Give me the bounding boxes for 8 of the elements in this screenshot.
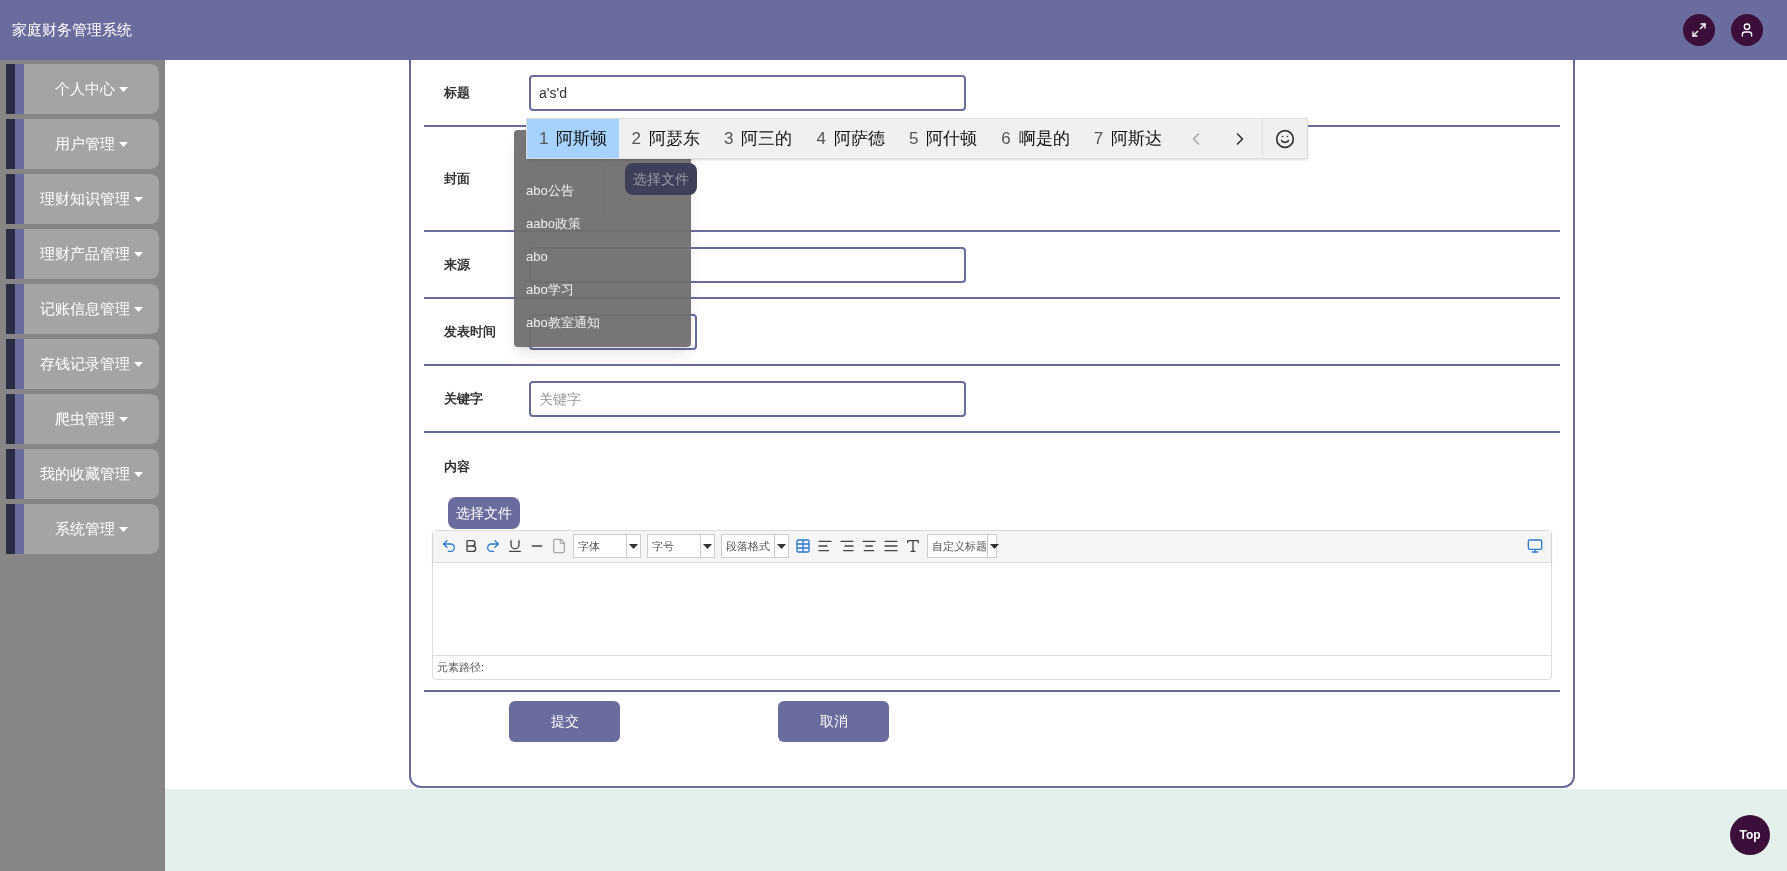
field-label: 关键字 [444, 389, 484, 408]
field-label: 发表时间 [444, 322, 497, 341]
field-label: 封面 [444, 169, 471, 188]
field-label: 标题 [444, 83, 471, 102]
field-label: 来源 [444, 255, 471, 274]
field-label: 内容 [443, 458, 471, 476]
app-title: 家庭财务管理系统 [12, 19, 132, 40]
element-path: 元素路径: [437, 659, 485, 675]
